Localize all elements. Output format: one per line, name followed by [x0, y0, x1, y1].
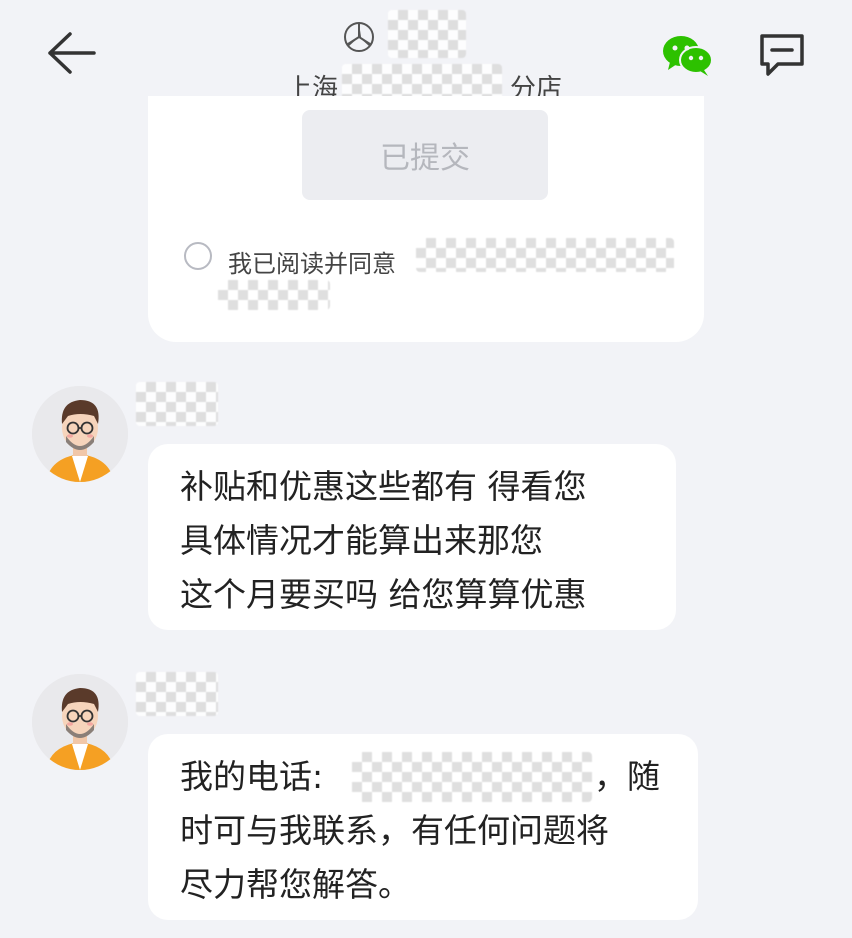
message-line: 尽力帮您解答。 [180, 865, 411, 904]
avatar[interactable] [32, 386, 128, 482]
message-bubble: 我的电话: ，随 时可与我联系，有任何问题将 尽力帮您解答。 [148, 734, 698, 920]
mercedes-logo-icon [344, 22, 374, 52]
message-line: 时可与我联系，有任何问题将 [180, 811, 609, 850]
redacted-dealer-name [388, 10, 466, 58]
redacted-agreement-link-continued[interactable] [218, 280, 330, 310]
arrow-left-icon [48, 32, 96, 74]
redacted-agreement-link[interactable] [416, 238, 674, 272]
message-bubble: 补贴和优惠这些都有 得看您 具体情况才能算出来那您 这个月要买吗 给您算算优惠 [148, 444, 676, 630]
message-line-suffix: ，随 [594, 757, 660, 796]
redacted-agent-name [136, 382, 218, 426]
back-button[interactable] [44, 28, 98, 78]
message-button[interactable] [756, 30, 808, 80]
avatar[interactable] [32, 674, 128, 770]
wechat-button[interactable] [662, 34, 714, 78]
agent-avatar-icon [32, 386, 128, 482]
redacted-phone-number [352, 752, 592, 802]
message-line: 补贴和优惠这些都有 得看您 [180, 467, 587, 506]
submitted-button[interactable]: 已提交 [302, 110, 548, 200]
form-card: 已提交 我已阅读并同意 [148, 96, 704, 342]
message-square-icon [760, 34, 804, 76]
agent-avatar-icon [32, 674, 128, 770]
redacted-agent-name [136, 672, 218, 716]
agree-label: 我已阅读并同意 [228, 250, 396, 278]
message-line: 这个月要买吗 给您算算优惠 [180, 575, 587, 614]
message-line: 具体情况才能算出来那您 [180, 521, 543, 560]
wechat-icon [663, 36, 713, 76]
chat-header: 上海 分店 [0, 0, 852, 108]
phone-label: 我的电话: [180, 757, 324, 796]
agree-radio[interactable] [184, 242, 212, 270]
